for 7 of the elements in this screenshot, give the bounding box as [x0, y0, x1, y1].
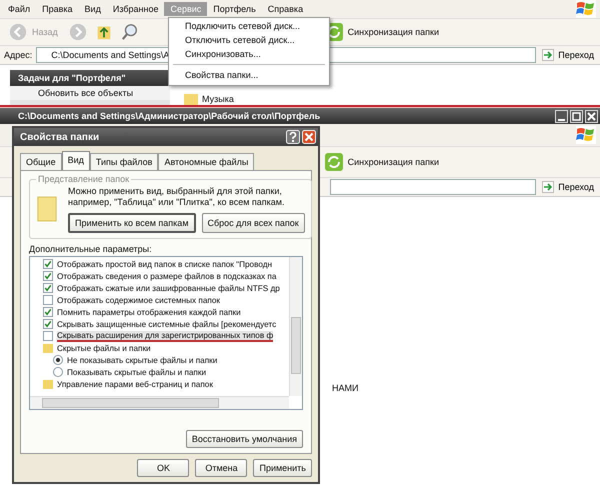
section-label: Дополнительные параметры:	[29, 244, 153, 254]
group-title: Представление папок	[37, 174, 130, 184]
window-title: C:\Documents and Settings\Администратор\Рабочий стол\Портфель	[18, 111, 320, 121]
content-text: НАМИ	[332, 383, 358, 393]
description-text: Можно применить вид, выбранный для этой папки, например, "Таблица" или "Плитка", ко всем папкам.	[68, 186, 286, 208]
dialog-title: Свойства папки	[20, 132, 100, 142]
address-label: Адрес:	[4, 50, 32, 60]
